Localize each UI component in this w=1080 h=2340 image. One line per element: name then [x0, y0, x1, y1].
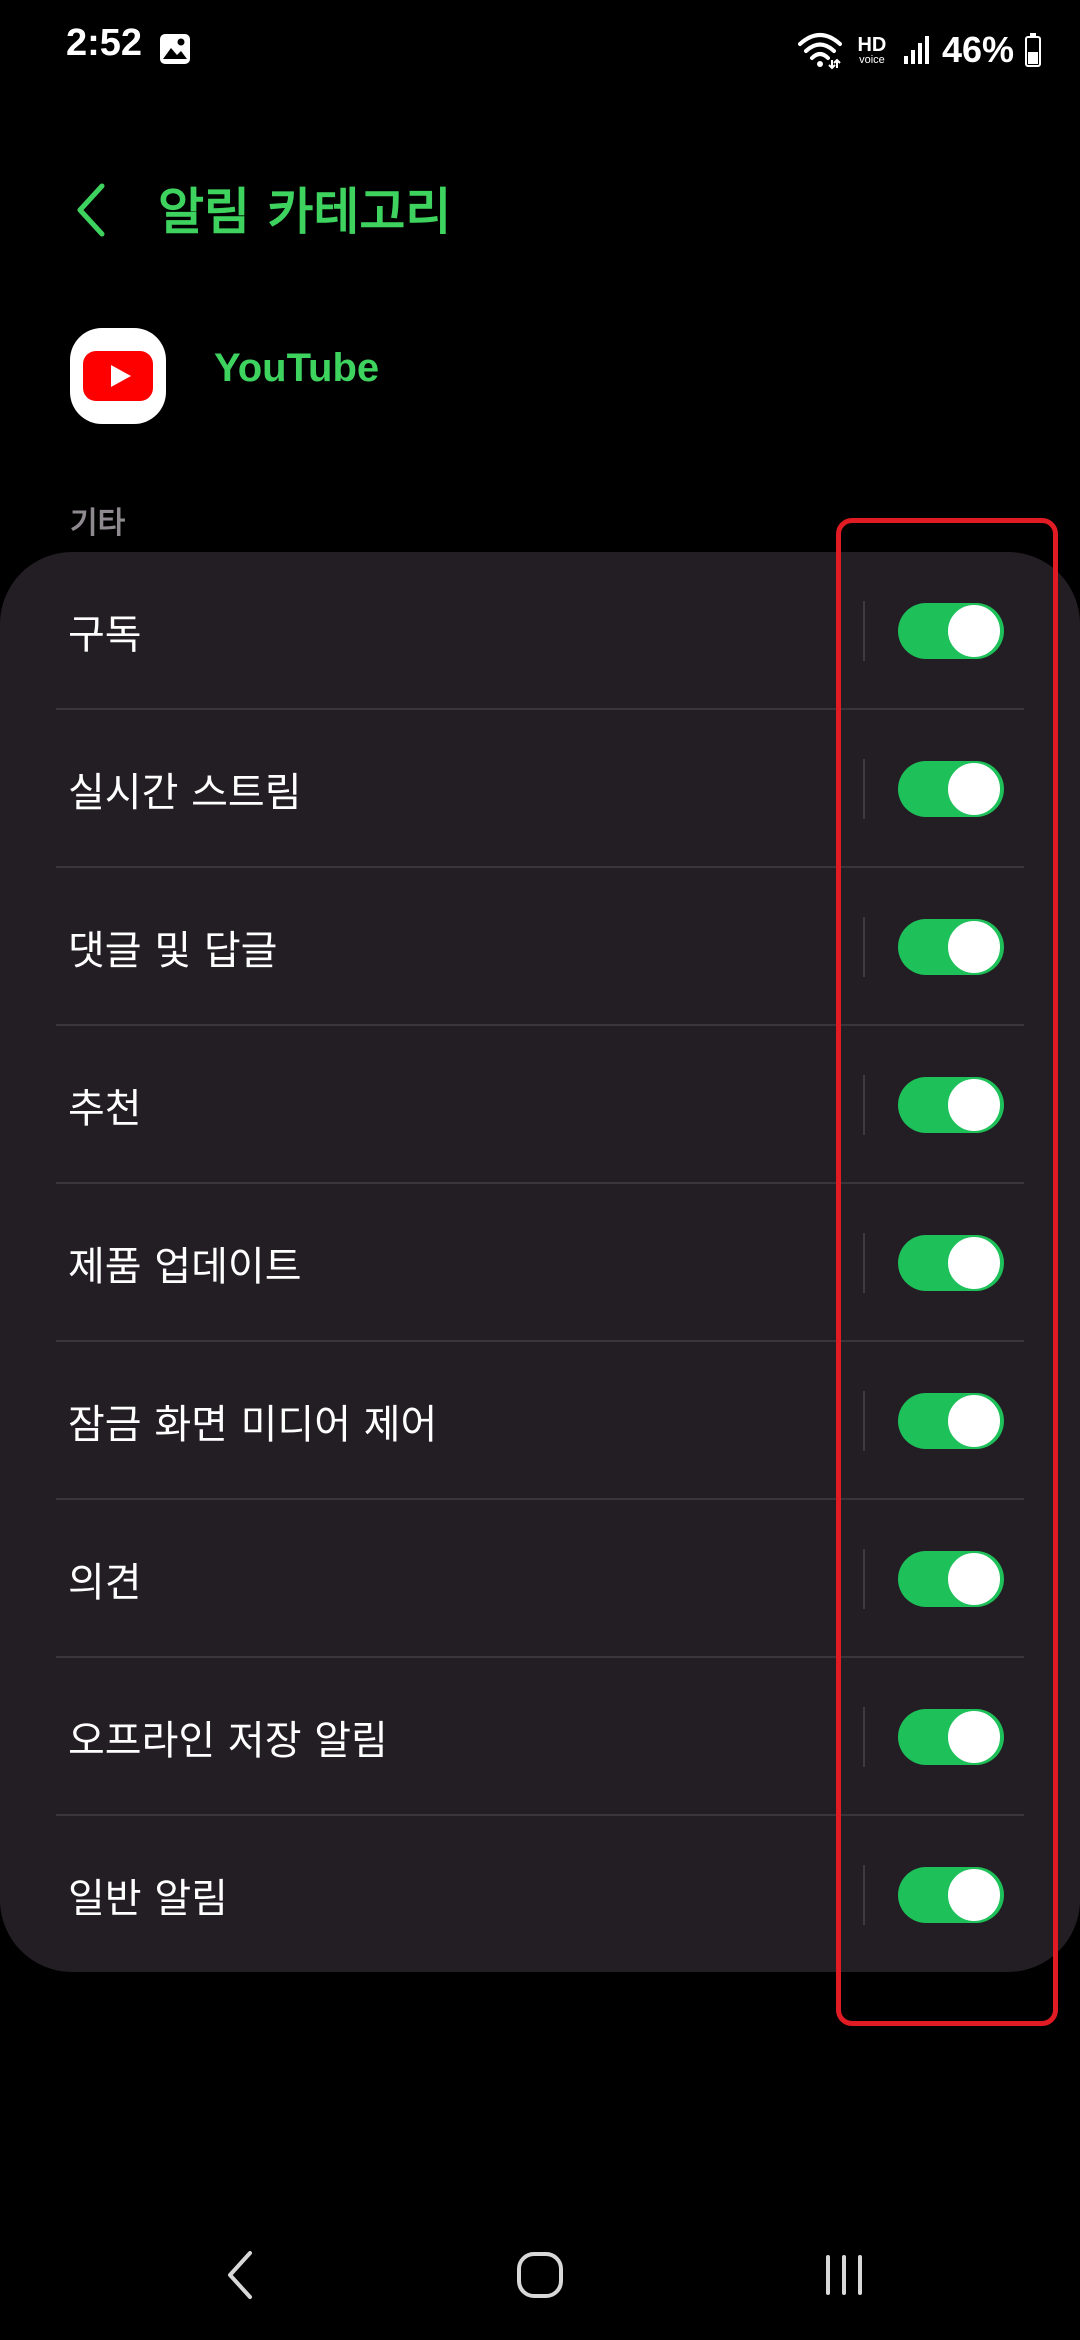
nav-back-icon — [228, 2251, 252, 2299]
battery-icon — [1025, 33, 1041, 67]
nav-home-button[interactable] — [480, 2220, 600, 2330]
setting-label: 의견 — [68, 1560, 142, 1606]
battery-percent: 46% — [941, 29, 1014, 70]
app-name: YouTube — [214, 346, 380, 390]
setting-label: 제품 업데이트 — [68, 1244, 302, 1290]
hd-voice-icon: HD voice — [852, 30, 892, 70]
voice-label: voice — [859, 53, 885, 66]
nav-recents-button[interactable] — [784, 2220, 904, 2330]
nav-recents-icon — [826, 2255, 862, 2295]
status-bar: 2:52 HD voice 46% — [0, 0, 1080, 100]
status-time: 2:52 — [66, 22, 143, 64]
setting-label: 구독 — [68, 612, 142, 658]
setting-label: 일반 알림 — [68, 1876, 228, 1922]
setting-label: 실시간 스트림 — [68, 770, 302, 816]
back-button[interactable] — [60, 170, 120, 250]
wifi-icon — [797, 33, 842, 70]
section-label: 기타 — [70, 506, 126, 541]
status-indicators: HD voice 46% — [797, 22, 1042, 78]
setting-label: 댓글 및 답글 — [68, 928, 278, 974]
nav-home-icon — [517, 2252, 563, 2298]
setting-label: 추천 — [68, 1086, 142, 1132]
setting-label: 잠금 화면 미디어 제어 — [68, 1402, 438, 1448]
navigation-bar — [0, 2220, 1080, 2330]
hd-label: HD — [857, 33, 887, 56]
toggle-highlight-box — [836, 518, 1058, 2026]
nav-back-button[interactable] — [180, 2220, 300, 2330]
gallery-notification-icon — [160, 34, 190, 64]
youtube-logo-icon — [83, 351, 153, 401]
youtube-app-icon — [70, 328, 166, 424]
setting-label: 오프라인 저장 알림 — [68, 1718, 388, 1764]
signal-icon — [903, 36, 929, 64]
page-title: 알림 카테고리 — [158, 183, 452, 241]
chevron-left-icon — [77, 183, 105, 237]
